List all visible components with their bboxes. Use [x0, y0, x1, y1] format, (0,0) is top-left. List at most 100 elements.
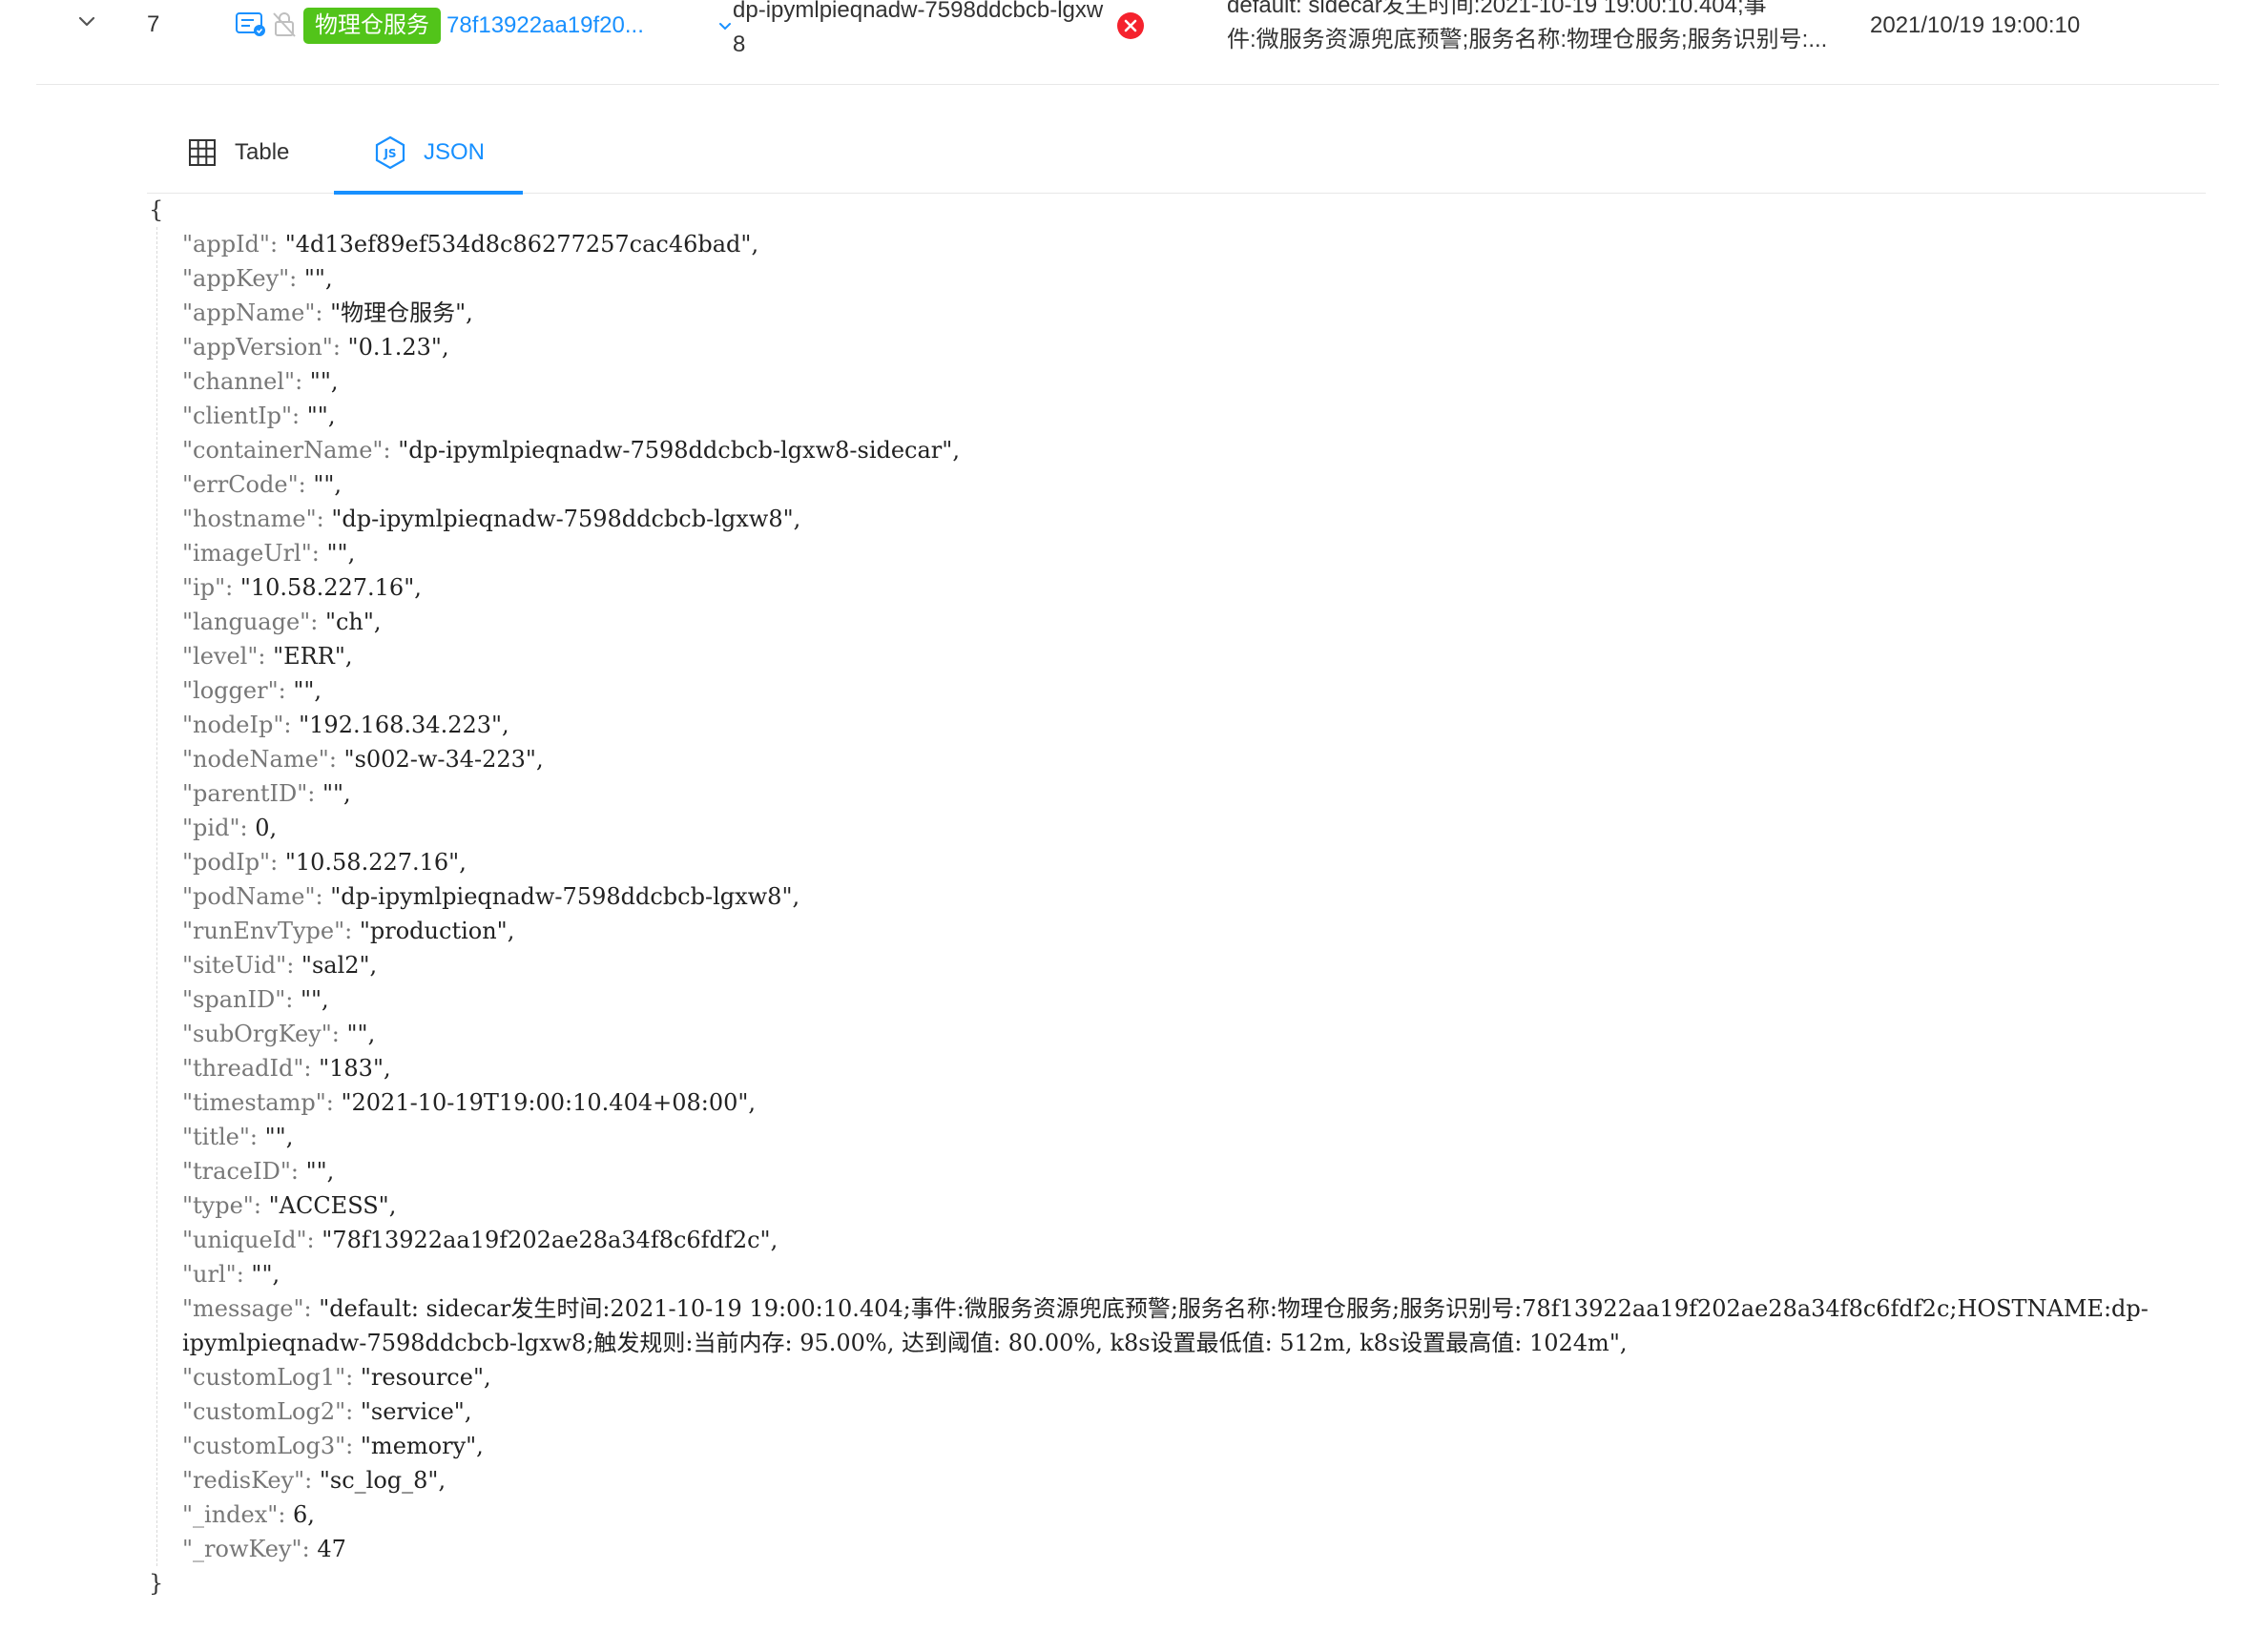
json-value: "", — [293, 677, 322, 704]
json-key: "podName" — [182, 883, 316, 910]
json-line: "containerName": "dp-ipymlpieqnadw-7598d… — [182, 433, 2210, 467]
json-key: "threadId" — [182, 1055, 304, 1082]
json-value: "ACCESS", — [268, 1192, 397, 1219]
tab-json[interactable]: JS JSON — [374, 113, 485, 193]
json-key: "appName" — [182, 299, 316, 326]
json-value: "78f13922aa19f202ae28a34f8c6fdf2c", — [322, 1227, 779, 1253]
json-separator: : — [289, 265, 304, 292]
json-key: "url" — [182, 1261, 237, 1288]
json-separator: : — [298, 471, 314, 498]
json-value: "", — [313, 471, 343, 498]
json-open-brace: { — [149, 196, 164, 223]
json-value: "10.58.227.16", — [239, 574, 422, 601]
json-key: "subOrgKey" — [182, 1021, 332, 1047]
json-separator: : — [270, 849, 285, 876]
json-value: 47 — [317, 1536, 346, 1562]
json-separator: : — [236, 1261, 252, 1288]
json-line: "appKey": "", — [182, 261, 2210, 296]
json-line: "appId": "4d13ef89ef534d8c86277257cac46b… — [182, 227, 2210, 261]
json-line: "customLog2": "service", — [182, 1394, 2210, 1429]
json-value: "dp-ipymlpieqnadw-7598ddcbcb-lgxw8-sidec… — [398, 437, 960, 464]
chevron-down-icon[interactable] — [73, 8, 101, 36]
json-separator: : — [253, 1192, 269, 1219]
json-key: "channel" — [182, 368, 296, 395]
json-line: "runEnvType": "production", — [182, 914, 2210, 948]
json-line: "ip": "10.58.227.16", — [182, 570, 2210, 605]
json-separator: : — [345, 1433, 361, 1459]
unique-id-link[interactable]: 78f13922aa19f20... — [446, 12, 644, 39]
json-key: "errCode" — [182, 471, 299, 498]
json-key: "spanID" — [182, 986, 286, 1013]
json-key: "siteUid" — [182, 952, 287, 979]
json-value: "ERR", — [273, 643, 353, 670]
json-line: "errCode": "", — [182, 467, 2210, 502]
json-separator: : — [345, 1398, 361, 1425]
json-separator: : — [345, 1364, 361, 1391]
json-value: "", — [326, 540, 356, 567]
json-value: "", — [346, 1021, 376, 1047]
json-separator: : — [316, 506, 332, 532]
json-key: "uniqueId" — [182, 1227, 307, 1253]
json-value: "ch", — [324, 609, 382, 635]
json-value: "memory", — [360, 1433, 484, 1459]
json-separator: : — [285, 986, 301, 1013]
json-value: "", — [303, 265, 333, 292]
json-value: "", — [300, 986, 329, 1013]
json-line: "url": "", — [182, 1257, 2210, 1291]
json-key: "containerName" — [182, 437, 384, 464]
json-line: "message": "default: sidecar发生时间:2021-10… — [157, 1291, 2210, 1360]
json-value: "", — [264, 1124, 294, 1150]
json-separator: : — [331, 1021, 347, 1047]
json-line: "level": "ERR", — [182, 639, 2210, 673]
json-line: "podIp": "10.58.227.16", — [182, 845, 2210, 879]
json-key: "logger" — [182, 677, 279, 704]
json-value: "10.58.227.16", — [284, 849, 467, 876]
json-value: "", — [322, 780, 351, 807]
json-line: "nodeName": "s002-w-34-223", — [182, 742, 2210, 776]
json-line: "logger": "", — [182, 673, 2210, 708]
view-tabs: Table JS JSON — [147, 113, 2206, 195]
json-line: "spanID": "", — [182, 982, 2210, 1017]
tab-table[interactable]: Table — [187, 113, 289, 193]
message-preview: default: sidecar发生时间:2021-10-19 19:00:10… — [1227, 0, 1876, 57]
json-value: "2021-10-19T19:00:10.404+08:00", — [341, 1089, 757, 1116]
tab-table-label: Table — [235, 139, 290, 165]
json-separator: : — [301, 1536, 318, 1562]
log-row[interactable]: 7 物理仓服务 78f13922aa19f20... dp-ipymlpieqn… — [36, 0, 2219, 85]
json-line: "type": "ACCESS", — [182, 1188, 2210, 1223]
json-viewer: { "appId": "4d13ef89ef534d8c86277257cac4… — [149, 193, 2210, 1600]
json-separator: : — [325, 1089, 342, 1116]
json-value: "service", — [360, 1398, 472, 1425]
json-key: "redisKey" — [182, 1467, 305, 1494]
json-key: "hostname" — [182, 506, 317, 532]
json-separator: : — [311, 540, 327, 567]
json-line: "redisKey": "sc_log_8", — [182, 1463, 2210, 1497]
json-separator: : — [290, 1158, 306, 1185]
json-line: "siteUid": "sal2", — [182, 948, 2210, 982]
chevron-down-icon[interactable] — [716, 17, 735, 36]
json-hexagon-icon: JS — [375, 135, 405, 170]
json-value: "dp-ipymlpieqnadw-7598ddcbcb-lgxw8", — [330, 883, 800, 910]
json-value: "", — [305, 1158, 335, 1185]
json-value: "production", — [359, 918, 515, 944]
json-value: "", — [309, 368, 339, 395]
json-value: "183", — [319, 1055, 391, 1082]
json-separator: : — [249, 1124, 265, 1150]
json-line: "language": "ch", — [182, 605, 2210, 639]
hostname-cell: dp-ipymlpieqnadw-7598ddcbcb-lgxw8 — [733, 0, 1104, 57]
json-value: 0, — [255, 815, 278, 841]
json-line: "customLog1": "resource", — [182, 1360, 2210, 1394]
json-separator: : — [383, 437, 399, 464]
json-value: "0.1.23", — [347, 334, 449, 361]
json-key: "language" — [182, 609, 311, 635]
json-separator: : — [258, 643, 274, 670]
json-line: "timestamp": "2021-10-19T19:00:10.404+08… — [182, 1085, 2210, 1120]
json-line: "hostname": "dp-ipymlpieqnadw-7598ddcbcb… — [182, 502, 2210, 536]
json-key: "title" — [182, 1124, 250, 1150]
json-key: "nodeName" — [182, 746, 329, 773]
json-key: "nodeIp" — [182, 712, 284, 738]
json-key: "timestamp" — [182, 1089, 326, 1116]
json-key: "runEnvType" — [182, 918, 345, 944]
json-separator: : — [315, 883, 331, 910]
json-key: "customLog2" — [182, 1398, 346, 1425]
